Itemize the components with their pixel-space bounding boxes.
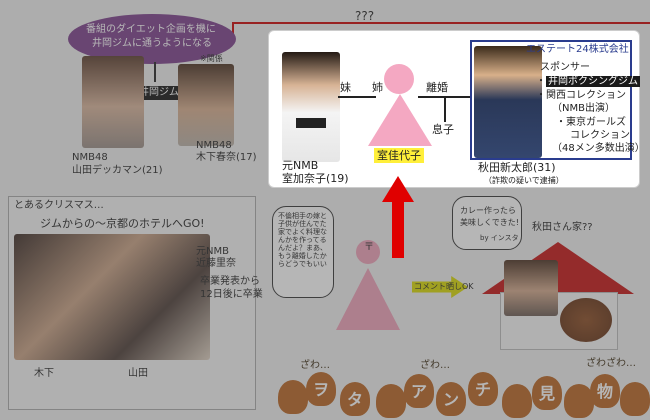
photo-muroka [282, 52, 340, 162]
curry-dish [560, 298, 612, 342]
sponsor-item-2-sub: （NMB出演） [552, 103, 615, 114]
crowd-member: チ [468, 372, 498, 406]
akita-house-label: 秋田さん家?? [532, 222, 593, 233]
muroka-group: 元NMB [282, 159, 319, 172]
arrow-up-icon [382, 176, 414, 202]
label-younger-sister: 妹 [340, 81, 351, 94]
sponsor-item-3-sub: コレクション [570, 130, 630, 141]
crowd-member: ン [436, 382, 466, 416]
relationship-chart: ??? 番組のダイエット企画を機に 井岡ジムに通うようになる ※関係 井岡ジム … [0, 0, 650, 420]
question-label: ??? [355, 9, 375, 23]
bubble-right-line2: 美味しくできた! [460, 218, 519, 227]
arrow-shaft [392, 200, 404, 258]
arrow-down [154, 62, 156, 82]
bubble-right-line1: カレー作ったら [460, 206, 516, 215]
yamabata-group: NMB48 [72, 152, 108, 163]
muroka-name: 室加奈子(19) [282, 172, 349, 185]
kinoshita-name: 木下春奈(17) [196, 152, 257, 163]
christmas-title: とあるクリスマス… [14, 200, 104, 211]
sponsor-item-1: ・井岡ボクシングジム [536, 76, 640, 87]
crowd-member [278, 380, 308, 414]
sponsor-item-2: ・関西コレクション [536, 90, 626, 101]
label-son: 息子 [432, 123, 454, 136]
label-older-sister: 姉 [372, 81, 383, 94]
diet-callout-line1: 番組のダイエット企画を機に [86, 24, 216, 35]
sponsor-item-3-note: （48メン多数出演） [552, 143, 645, 154]
photo-christmas [14, 234, 210, 360]
mother-body [368, 94, 432, 146]
figure-body [336, 268, 400, 330]
company-name: エステート24株式会社 [526, 44, 629, 55]
caption-kinoshita: 木下 [34, 368, 54, 379]
shirt-logo [296, 118, 326, 128]
crowd-member: ア [404, 374, 434, 408]
yamabata-name: 山田デッカマン(21) [72, 165, 163, 176]
grad-line1: 卒業発表から [200, 276, 260, 287]
crowd-member [502, 384, 532, 418]
photo-yamabata [82, 56, 144, 148]
link-line [232, 22, 650, 24]
kinoshita-group: NMB48 [196, 140, 232, 151]
mother-head [384, 64, 414, 94]
crowd-member: ヲ [306, 372, 336, 406]
tag-label: ※関係 [200, 54, 223, 63]
bubble-left-text: 不倫相手の嫁と子供が住んでた家でよく料理なんかを作ってるんだよ？まあ、もう離婚し… [278, 212, 327, 269]
kondo-group: 元NMB [196, 246, 229, 257]
crowd-member [376, 384, 406, 418]
bubble-right-line3: by インスタ [480, 234, 519, 242]
crowd-member [620, 382, 650, 416]
zawa-3: ざわざわ… [586, 358, 636, 369]
kondo-name: 近藤里奈 [196, 258, 236, 269]
figure-glyph: 〒 [364, 242, 374, 253]
comment-label: コメント晒しOK [414, 282, 474, 291]
crowd-member: 見 [532, 376, 562, 410]
christmas-sub: ジムからの～京都のホテルへGO! [40, 217, 205, 230]
caption-yamabata: 山田 [128, 368, 148, 379]
sponsor-item-3: ・東京ガールズ [556, 117, 626, 128]
akita-name: 秋田新太郎(31) [478, 161, 556, 174]
diet-callout-line2: 井岡ジムに通うようになる [92, 38, 212, 49]
photo-selfie [504, 260, 558, 316]
photo-akita [474, 46, 542, 158]
grad-line2: 12日後に卒業 [200, 289, 263, 300]
crowd-member: タ [340, 382, 370, 416]
sponsor-heading: スポンサー [540, 62, 590, 73]
photo-kinoshita [178, 64, 234, 146]
crowd-member: 物 [590, 374, 620, 408]
zawa-2: ざわ… [420, 360, 450, 371]
mother-name: 室佳代子 [374, 148, 424, 163]
zawa-1: ざわ… [300, 360, 330, 371]
label-divorce: 離婚 [426, 81, 448, 94]
son-line [444, 96, 446, 122]
akita-note: （詐欺の疑いで逮捕） [484, 176, 564, 185]
